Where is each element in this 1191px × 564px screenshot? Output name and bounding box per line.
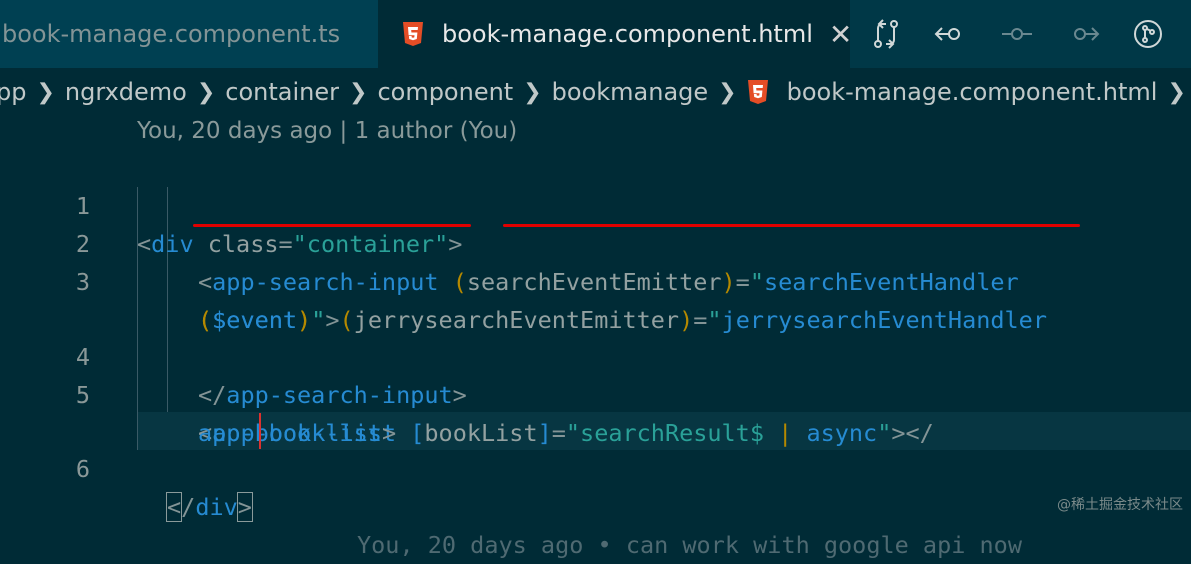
tab-label: book-manage.component.ts — [2, 20, 341, 48]
breadcrumb-item[interactable]: ngrxdemo — [65, 78, 187, 106]
commit-icon[interactable] — [1000, 18, 1034, 50]
breadcrumb-item[interactable]: pp — [0, 78, 26, 106]
go-back-icon[interactable] — [934, 18, 968, 50]
chevron-right-icon: ❯ — [1167, 79, 1186, 105]
source-control-compare-icon[interactable] — [870, 18, 902, 50]
breadcrumb-item[interactable]: container — [225, 78, 339, 106]
code-text: </div> — [165, 492, 253, 522]
code-line[interactable]: 5 <app-book-list [bookList]="searchResul… — [0, 338, 1191, 447]
chevron-right-icon: ❯ — [523, 79, 542, 105]
git-graph-icon[interactable] — [1132, 18, 1164, 50]
html5-icon — [747, 80, 769, 104]
chevron-right-icon: ❯ — [718, 79, 737, 105]
close-icon[interactable]: ✕ — [829, 18, 852, 51]
bracket-match: > — [236, 492, 253, 522]
code-line-wrapped[interactable]: ($event)"> — [0, 263, 1191, 334]
line-number: 6 — [75, 455, 90, 483]
breadcrumb-item[interactable]: book-manage.component.html — [787, 78, 1158, 106]
tab-book-manage-component-html[interactable]: book-manage.component.html ✕ — [378, 0, 852, 68]
tab-bar: book-manage.component.ts book-manage.com… — [0, 0, 1191, 68]
tab-book-manage-component-ts[interactable]: book-manage.component.ts — [0, 0, 378, 68]
watermark: @稀土掘金技术社区 — [1057, 497, 1183, 513]
code-line-wrapped[interactable]: app-book-list> — [0, 376, 1191, 447]
chevron-right-icon: ❯ — [196, 79, 216, 105]
code-line[interactable]: 1 <div class="container"> — [0, 149, 1191, 258]
inline-blame: You, 20 days ago • can work with google … — [357, 531, 1022, 559]
editor-actions — [870, 14, 1164, 54]
html5-icon — [402, 22, 424, 46]
code-line-current[interactable]: 6 </div> You, 20 days ago • can work wit… — [0, 412, 1191, 559]
breadcrumb: pp ❯ ngrxdemo ❯ container ❯ component ❯ … — [0, 70, 1191, 114]
tab-label: book-manage.component.html — [442, 20, 813, 48]
code-line[interactable]: 2 <app-search-input (searchEventEmitter)… — [0, 187, 1191, 296]
annotation-underline — [193, 224, 471, 227]
breadcrumb-item[interactable]: bookmanage — [552, 78, 709, 106]
text-cursor — [259, 413, 261, 449]
chevron-right-icon: ❯ — [349, 79, 368, 105]
codelens-authors[interactable]: You, 20 days ago | 1 author (You) — [137, 118, 517, 144]
code-line[interactable]: 4 </app-search-input> — [0, 300, 1191, 409]
breadcrumb-item[interactable]: component — [377, 78, 513, 106]
go-forward-icon[interactable] — [1066, 18, 1100, 50]
bracket-match: < — [165, 492, 183, 522]
chevron-right-icon: ❯ — [36, 79, 55, 105]
code-line[interactable]: 3 ($event)" (jerrysearchEventEmitter)="j… — [0, 225, 1191, 334]
annotation-underline — [503, 224, 1080, 227]
